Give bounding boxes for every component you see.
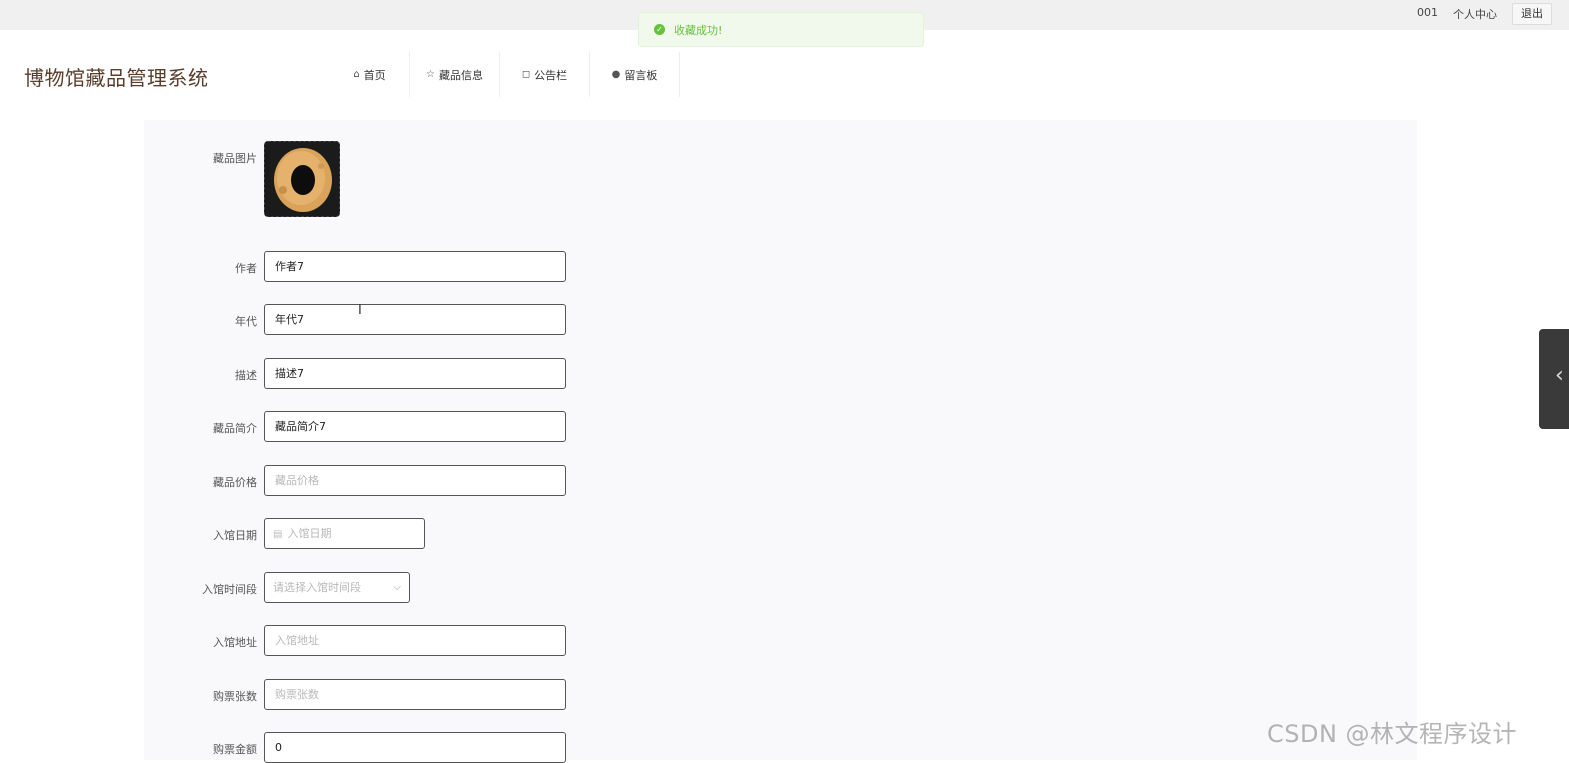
era-label: 年代 [235,315,257,328]
nav-item-home[interactable]: ⌂ 首页 [330,52,410,97]
main-nav: ⌂ 首页 ☆ 藏品信息 ◻ 公告栏 ● 留言板 [330,52,680,97]
tickets-label: 购票张数 [213,690,257,703]
intro-label: 藏品简介 [213,422,257,435]
entry-addr-row: 入馆地址 入馆地址 [144,625,744,656]
home-icon: ⌂ [353,69,360,80]
entry-time-placeholder: 请选择入馆时间段 [273,581,361,594]
nav-label: 留言板 [624,68,658,82]
image-row: 藏品图片 [144,120,744,230]
entry-date-row: 入馆日期 ▤ 入馆日期 [144,518,744,549]
entry-time-select[interactable]: 请选择入馆时间段 ⌵ [264,572,410,603]
collection-image[interactable] [264,141,340,217]
nav-label: 公告栏 [534,68,568,82]
chevron-left-icon: ‹ [1555,363,1564,388]
price-row: 藏品价格 藏品价格 [144,465,744,496]
tickets-field[interactable]: 购票张数 [264,679,566,710]
side-drawer-handle[interactable]: ‹ [1539,329,1569,429]
entry-date-label: 入馆日期 [213,529,257,542]
info-icon: ● [611,69,621,80]
star-icon: ☆ [426,69,435,80]
desc-field[interactable]: 描述7 [264,358,566,389]
price-field[interactable]: 藏品价格 [264,465,566,496]
watermark: CSDN @林文程序设计 [1267,720,1518,748]
nav-label: 藏品信息 [438,68,483,82]
text-cursor-icon: I [358,303,362,318]
logout-button[interactable]: 退出 [1512,3,1552,25]
author-row: 作者 作者7 [144,251,744,282]
desc-row: 描述 描述7 [144,358,744,389]
success-toast: ✓ 收藏成功! [638,12,924,47]
price-label: 藏品价格 [213,476,257,489]
intro-row: 藏品简介 藏品简介7 [144,411,744,442]
toast-message: 收藏成功! [674,23,723,37]
bag-icon: ◻ [521,69,531,80]
author-label: 作者 [235,262,257,275]
amount-field[interactable]: 0 [264,732,566,763]
nav-label: 首页 [363,68,386,82]
intro-field[interactable]: 藏品简介7 [264,411,566,442]
check-circle-icon: ✓ [654,24,665,35]
amount-label: 购票金额 [213,743,257,756]
entry-date-picker[interactable]: ▤ 入馆日期 [264,518,425,549]
author-field[interactable]: 作者7 [264,251,566,282]
nav-item-message-board[interactable]: ● 留言板 [590,52,680,97]
site-title: 博物馆藏品管理系统 [24,66,209,90]
desc-label: 描述 [235,369,257,382]
entry-time-row: 入馆时间段 请选择入馆时间段 ⌵ [144,572,744,603]
era-field[interactable]: 年代7 [264,304,566,335]
calendar-icon: ▤ [273,529,283,540]
entry-addr-label: 入馆地址 [213,636,257,649]
jade-ring-image [265,142,339,216]
tickets-row: 购票张数 购票张数 [144,679,744,710]
amount-row: 购票金额 0 [144,732,744,763]
entry-date-placeholder: 入馆日期 [287,527,332,540]
era-row: 年代 年代7 [144,304,744,335]
entry-time-label: 入馆时间段 [202,583,257,596]
user-center-link[interactable]: 个人中心 [1453,6,1497,22]
entry-addr-field[interactable]: 入馆地址 [264,625,566,656]
image-label: 藏品图片 [213,152,257,165]
username-text: 001 [1417,6,1438,19]
detail-form-panel: 藏品图片 作者 作者7 年代 年代7 描述 描述7 藏品简介 藏品简介7 藏品价… [144,120,1417,763]
nav-item-collection[interactable]: ☆ 藏品信息 [410,52,500,97]
chevron-down-icon: ⌵ [393,582,401,593]
nav-item-notice[interactable]: ◻ 公告栏 [500,52,590,97]
